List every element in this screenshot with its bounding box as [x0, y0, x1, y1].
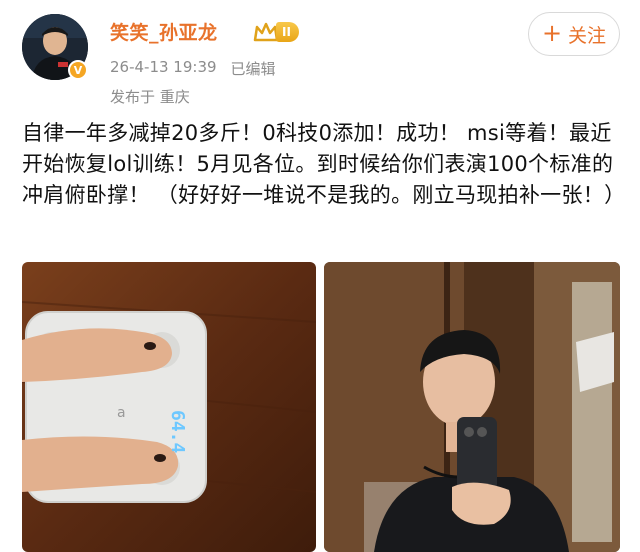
follow-button[interactable]: + 关注	[528, 12, 620, 56]
photo-scale[interactable]: a 64.4	[22, 262, 316, 552]
level-badge: II	[276, 22, 299, 42]
edited-label: 已编辑	[230, 60, 276, 78]
follow-label: 关注	[568, 24, 607, 47]
photo-selfie[interactable]	[324, 262, 620, 552]
post-location: 发布于 重庆	[110, 88, 190, 106]
plus-icon: +	[541, 19, 563, 47]
post-timestamp: 26-4-13 19:39	[110, 58, 217, 76]
verified-icon: V	[68, 60, 88, 80]
post-content: 自律一年多减掉20多斤！0科技0添加！成功！ msi等着！最近开始恢复lol训练…	[22, 121, 626, 207]
post-meta: 26-4-13 19:39 已编辑	[110, 58, 276, 79]
svg-text:a: a	[117, 405, 126, 421]
scale-reading: 64.4	[167, 410, 188, 454]
username[interactable]: 笑笑_孙亚龙	[110, 18, 218, 45]
